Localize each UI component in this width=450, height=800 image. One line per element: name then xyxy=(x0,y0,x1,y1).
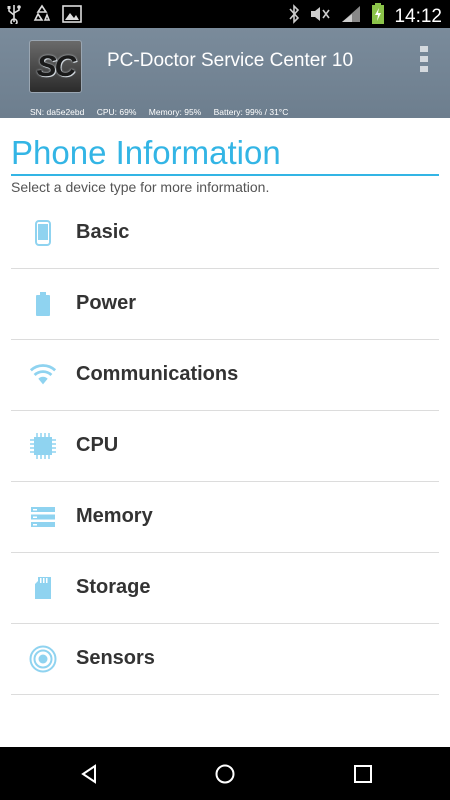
navigation-bar xyxy=(0,747,450,800)
sd-card-icon xyxy=(29,574,57,602)
list-item-label: Sensors xyxy=(76,647,155,669)
list-item-communications[interactable]: Communications xyxy=(11,340,439,411)
clock: 14:12 xyxy=(394,5,442,27)
list-item-label: Storage xyxy=(76,576,151,598)
battery-charging-icon xyxy=(371,3,385,30)
chip-icon xyxy=(29,432,57,460)
list-item-sensors[interactable]: Sensors xyxy=(11,624,439,695)
list-item-label: Basic xyxy=(76,221,130,243)
recents-icon[interactable] xyxy=(350,761,376,787)
back-icon[interactable] xyxy=(76,761,102,787)
list-item-label: Memory xyxy=(76,505,153,527)
app-logo: SC xyxy=(29,40,82,93)
title-divider xyxy=(11,174,439,176)
page-title: Phone Information xyxy=(11,134,281,171)
device-type-list: Basic Power Communications CPU Memory St… xyxy=(11,198,439,695)
usb-icon xyxy=(6,4,22,29)
device-stats: SN: da5e2ebd CPU: 69% Memory: 95% Batter… xyxy=(30,107,298,117)
list-item-basic[interactable]: Basic xyxy=(11,198,439,269)
list-item-power[interactable]: Power xyxy=(11,269,439,340)
recycle-icon xyxy=(32,4,52,29)
bluetooth-icon xyxy=(288,4,300,29)
battery-status: Battery: 99% / 31°C xyxy=(213,107,289,117)
overflow-menu-icon[interactable] xyxy=(420,46,430,72)
wifi-icon xyxy=(29,361,57,389)
list-item-label: CPU xyxy=(76,434,119,456)
page-subtitle: Select a device type for more informatio… xyxy=(11,179,270,195)
phone-icon xyxy=(29,219,57,247)
memory-icon xyxy=(29,503,57,531)
signal-icon xyxy=(340,4,362,29)
list-item-cpu[interactable]: CPU xyxy=(11,411,439,482)
image-icon xyxy=(62,5,82,28)
status-bar: 14:12 xyxy=(0,0,450,28)
list-item-storage[interactable]: Storage xyxy=(11,553,439,624)
list-item-memory[interactable]: Memory xyxy=(11,482,439,553)
app-title: PC-Doctor Service Center 10 xyxy=(107,50,354,71)
home-icon[interactable] xyxy=(212,761,238,787)
cpu-usage: CPU: 69% xyxy=(96,107,137,117)
muted-icon xyxy=(309,4,331,29)
list-item-label: Power xyxy=(76,292,137,314)
memory-usage: Memory: 95% xyxy=(148,107,202,117)
serial-number: SN: da5e2ebd xyxy=(30,107,85,117)
battery-icon xyxy=(29,290,57,318)
app-header: SC PC-Doctor Service Center 10 SN: da5e2… xyxy=(0,28,450,118)
list-item-label: Communications xyxy=(76,363,239,385)
sensor-icon xyxy=(29,645,57,673)
